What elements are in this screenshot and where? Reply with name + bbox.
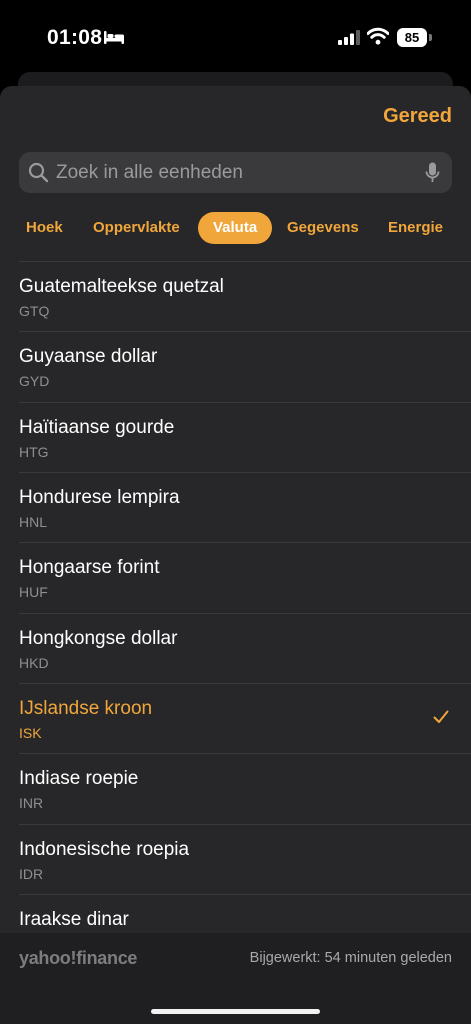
tab-energie[interactable]: Energie [388,212,443,244]
tab-oppervlakte[interactable]: Oppervlakte [93,212,180,244]
tab-gegevens[interactable]: Gegevens [287,212,359,244]
cellular-signal-icon [338,30,360,45]
currency-name: IJslandse kroon [19,698,153,719]
updated-timestamp: Bijgewerkt: 54 minuten geleden [249,950,452,966]
currency-row-idr[interactable]: Indonesische roepia IDR [0,824,471,894]
wifi-icon [367,27,389,45]
battery-icon: 85 [397,28,427,47]
currency-code: GYD [19,373,50,389]
status-bar: 01:08 85 [0,0,471,76]
currency-row-hnl[interactable]: Hondurese lempira HNL [0,472,471,542]
search-input[interactable] [56,152,416,193]
currency-code: HKD [19,655,49,671]
currency-code: HNL [19,514,48,530]
footer: yahoo!finance Bijgewerkt: 54 minuten gel… [0,933,471,1024]
currency-row-isk[interactable]: IJslandse kroon ISK [0,683,471,753]
currency-name: Haïtiaanse gourde [19,417,175,438]
microphone-icon[interactable] [425,162,440,184]
category-tabs: Hoek Oppervlakte Valuta Gegevens Energie [0,212,471,244]
currency-code: ISK [19,725,42,741]
currency-name: Iraakse dinar [19,909,129,930]
currency-code: HTG [19,444,49,460]
currency-row-hkd[interactable]: Hongkongse dollar HKD [0,613,471,683]
currency-row-htg[interactable]: Haïtiaanse gourde HTG [0,402,471,472]
currency-row-gyd[interactable]: Guyaanse dollar GYD [0,331,471,401]
currency-picker-sheet: Gereed Hoek Oppervlakte Valuta Gegevens … [0,86,471,1024]
currency-row-gtq[interactable]: Guatemalteekse quetzal GTQ [0,261,471,331]
currency-row-huf[interactable]: Hongaarse forint HUF [0,542,471,612]
checkmark-icon [433,710,449,723]
currency-code: INR [19,795,44,811]
currency-name: Guatemalteekse quetzal [19,276,224,297]
search-bar[interactable] [19,152,452,193]
currency-name: Guyaanse dollar [19,346,158,367]
currency-code: HUF [19,584,48,600]
tab-valuta[interactable]: Valuta [198,212,273,244]
currency-code: IDR [19,866,44,882]
battery-tip [429,34,432,41]
currency-row-inr[interactable]: Indiase roepie INR [0,753,471,823]
currency-name: Hongaarse forint [19,557,160,578]
currency-name: Hongkongse dollar [19,628,178,649]
currency-name: Hondurese lempira [19,487,180,508]
currency-code: GTQ [19,303,50,319]
tab-hoek[interactable]: Hoek [26,212,63,244]
yahoo-finance-logo[interactable]: yahoo!finance [19,948,137,969]
currency-name: Indiase roepie [19,768,139,789]
status-time: 01:08 [47,26,103,49]
currency-name: Indonesische roepia [19,839,190,860]
done-button[interactable]: Gereed [383,105,452,128]
search-icon [28,162,49,183]
home-indicator[interactable] [151,1009,320,1014]
bed-icon [104,31,124,44]
